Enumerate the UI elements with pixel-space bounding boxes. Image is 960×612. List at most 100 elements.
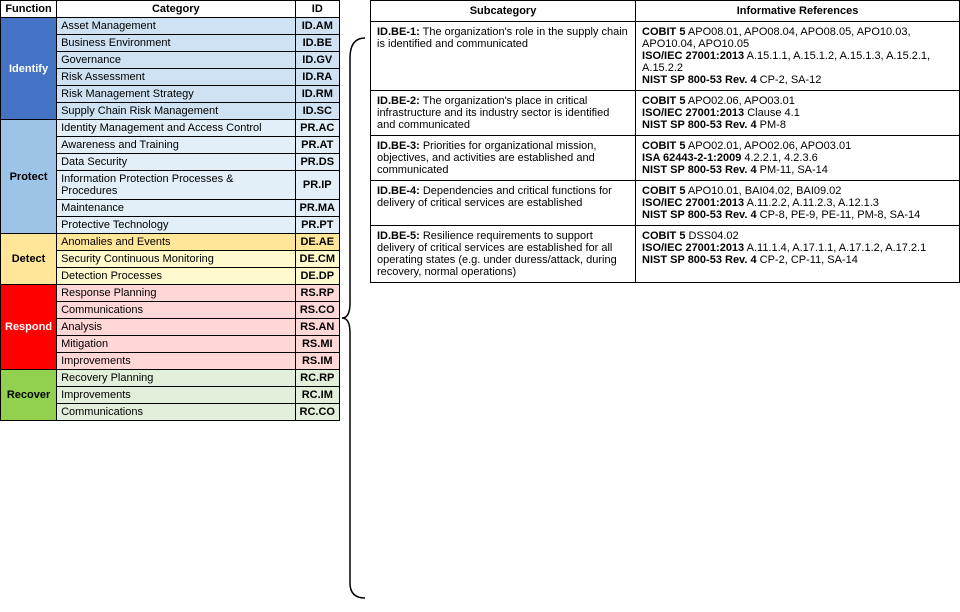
subcategory-row: ID.BE-5: Resilience requirements to supp… [371, 226, 960, 283]
left-framework-table: Function Category ID IdentifyAsset Manag… [0, 0, 340, 421]
subcategory-id: ID.BE-2: [377, 95, 420, 107]
id-cell: RS.AN [295, 319, 339, 336]
id-cell: RS.IM [295, 353, 339, 370]
table-row: IdentifyAsset ManagementID.AM [1, 18, 340, 35]
category-cell: Anomalies and Events [57, 234, 295, 251]
id-cell: RS.CO [295, 302, 339, 319]
category-cell: Governance [57, 52, 295, 69]
subcategory-id: ID.BE-4: [377, 185, 420, 197]
right-references-table: Subcategory Informative References ID.BE… [370, 0, 960, 283]
category-cell: Security Continuous Monitoring [57, 251, 295, 268]
reference-detail: CP-8, PE-9, PE-11, PM-8, SA-14 [757, 209, 921, 221]
subcategory-id: ID.BE-3: [377, 140, 420, 152]
reference-detail: APO02.01, APO02.06, APO03.01 [685, 140, 851, 152]
category-cell: Maintenance [57, 200, 295, 217]
category-cell: Risk Management Strategy [57, 86, 295, 103]
reference-source: NIST SP 800-53 Rev. 4 [642, 209, 757, 221]
category-cell: Improvements [57, 387, 295, 404]
id-header: ID [295, 1, 339, 18]
subcategory-row: ID.BE-3: Priorities for organizational m… [371, 136, 960, 181]
informative-references-header: Informative References [636, 1, 960, 22]
subcategory-row: ID.BE-4: Dependencies and critical funct… [371, 181, 960, 226]
id-cell: PR.AT [295, 137, 339, 154]
reference-detail: CP-2, SA-12 [757, 74, 822, 86]
id-cell: RC.CO [295, 404, 339, 421]
category-cell: Awareness and Training [57, 137, 295, 154]
reference-source: ISO/IEC 27001:2013 [642, 242, 744, 254]
category-cell: Supply Chain Risk Management [57, 103, 295, 120]
reference-source: NIST SP 800-53 Rev. 4 [642, 119, 757, 131]
subcategory-id: ID.BE-5: [377, 230, 420, 242]
id-cell: DE.CM [295, 251, 339, 268]
subcategory-cell: ID.BE-2: The organization's place in cri… [371, 91, 636, 136]
references-cell: COBIT 5 APO08.01, APO08.04, APO08.05, AP… [636, 22, 960, 91]
subcategory-header: Subcategory [371, 1, 636, 22]
subcategory-cell: ID.BE-4: Dependencies and critical funct… [371, 181, 636, 226]
category-cell: Communications [57, 404, 295, 421]
id-cell: ID.AM [295, 18, 339, 35]
id-cell: ID.GV [295, 52, 339, 69]
function-cell-respond: Respond [1, 285, 57, 370]
category-cell: Analysis [57, 319, 295, 336]
category-cell: Protective Technology [57, 217, 295, 234]
table-row: ProtectIdentity Management and Access Co… [1, 120, 340, 137]
id-cell: ID.RA [295, 69, 339, 86]
category-cell: Recovery Planning [57, 370, 295, 387]
id-cell: RC.RP [295, 370, 339, 387]
id-cell: RC.IM [295, 387, 339, 404]
subcategory-cell: ID.BE-1: The organization's role in the … [371, 22, 636, 91]
id-cell: PR.AC [295, 120, 339, 137]
references-cell: COBIT 5 APO02.06, APO03.01ISO/IEC 27001:… [636, 91, 960, 136]
category-cell: Information Protection Processes & Proce… [57, 171, 295, 200]
reference-source: NIST SP 800-53 Rev. 4 [642, 164, 757, 176]
function-cell-recover: Recover [1, 370, 57, 421]
category-cell: Detection Processes [57, 268, 295, 285]
function-header: Function [1, 1, 57, 18]
reference-source: COBIT 5 [642, 26, 685, 38]
right-references-table-wrap: Subcategory Informative References ID.BE… [370, 0, 960, 612]
reference-detail: PM-8 [757, 119, 786, 131]
table-row: RespondResponse PlanningRS.RP [1, 285, 340, 302]
category-cell: Business Environment [57, 35, 295, 52]
subcategory-row: ID.BE-1: The organization's role in the … [371, 22, 960, 91]
reference-source: NIST SP 800-53 Rev. 4 [642, 254, 757, 266]
category-header: Category [57, 1, 295, 18]
id-cell: ID.RM [295, 86, 339, 103]
id-cell: ID.SC [295, 103, 339, 120]
category-cell: Response Planning [57, 285, 295, 302]
reference-source: COBIT 5 [642, 185, 685, 197]
table-row: RecoverRecovery PlanningRC.RP [1, 370, 340, 387]
reference-detail: CP-2, CP-11, SA-14 [757, 254, 858, 266]
reference-detail: A.11.1.4, A.17.1.1, A.17.1.2, A.17.2.1 [744, 242, 926, 254]
reference-source: ISO/IEC 27001:2013 [642, 197, 744, 209]
subcategory-id: ID.BE-1: [377, 26, 420, 38]
reference-source: NIST SP 800-53 Rev. 4 [642, 74, 757, 86]
reference-detail: APO02.06, APO03.01 [685, 95, 794, 107]
category-cell: Asset Management [57, 18, 295, 35]
reference-detail: 4.2.2.1, 4.2.3.6 [741, 152, 817, 164]
category-cell: Improvements [57, 353, 295, 370]
references-cell: COBIT 5 APO10.01, BAI04.02, BAI09.02ISO/… [636, 181, 960, 226]
reference-detail: A.11.2.2, A.11.2.3, A.12.1.3 [744, 197, 879, 209]
references-cell: COBIT 5 APO02.01, APO02.06, APO03.01ISA … [636, 136, 960, 181]
reference-detail: DSS04.02 [685, 230, 738, 242]
subcategory-row: ID.BE-2: The organization's place in cri… [371, 91, 960, 136]
table-row: DetectAnomalies and EventsDE.AE [1, 234, 340, 251]
id-cell: DE.AE [295, 234, 339, 251]
category-cell: Risk Assessment [57, 69, 295, 86]
category-cell: Identity Management and Access Control [57, 120, 295, 137]
reference-source: COBIT 5 [642, 95, 685, 107]
id-cell: DE.DP [295, 268, 339, 285]
reference-source: COBIT 5 [642, 230, 685, 242]
reference-detail: APO10.01, BAI04.02, BAI09.02 [685, 185, 841, 197]
category-cell: Data Security [57, 154, 295, 171]
id-cell: RS.MI [295, 336, 339, 353]
id-cell: ID.BE [295, 35, 339, 52]
reference-source: ISA 62443-2-1:2009 [642, 152, 741, 164]
brace-connector [340, 0, 370, 612]
function-cell-detect: Detect [1, 234, 57, 285]
id-cell: PR.PT [295, 217, 339, 234]
id-cell: RS.RP [295, 285, 339, 302]
subcategory-cell: ID.BE-3: Priorities for organizational m… [371, 136, 636, 181]
reference-source: COBIT 5 [642, 140, 685, 152]
